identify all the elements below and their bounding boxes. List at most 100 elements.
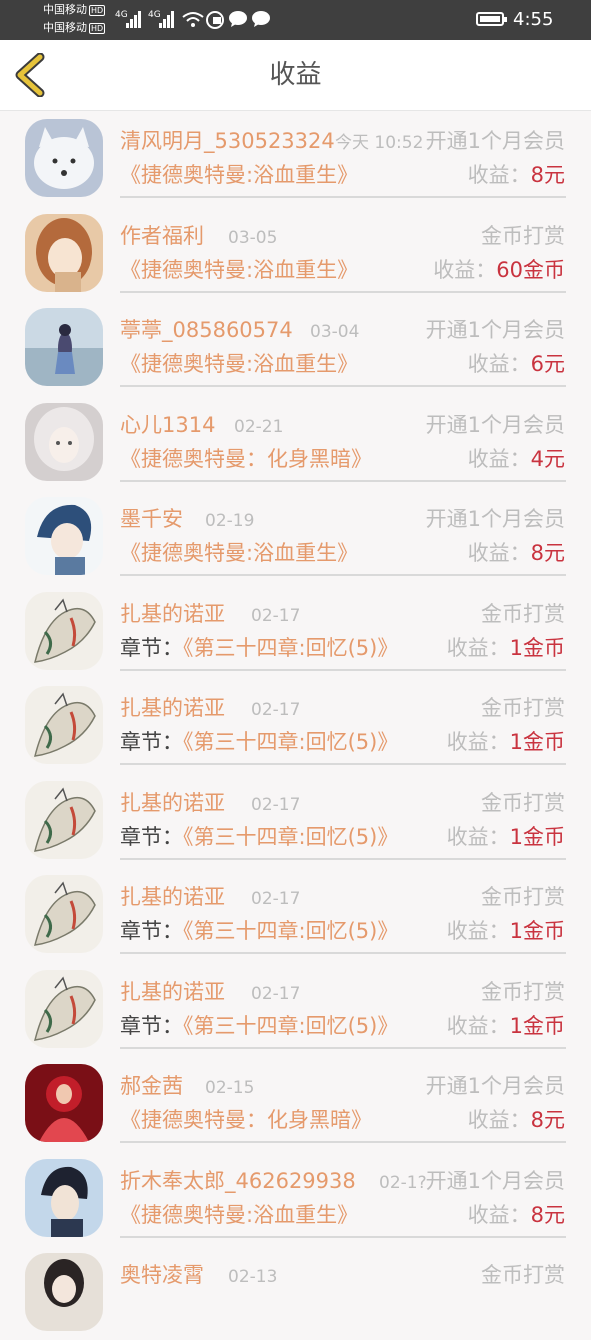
avatar[interactable] xyxy=(25,875,103,953)
list-item[interactable]: 扎基的诺亚 02-17 金币打赏 章节：《第三十四章:回忆(5)》 收益：1金币 xyxy=(0,773,591,868)
income-amount: 收益：1金币 xyxy=(447,634,565,662)
book-name: 《捷德奥特曼:浴血重生》 xyxy=(120,1202,359,1227)
list-item[interactable]: 墨千安 02-19 开通1个月会员《捷德奥特曼:浴血重生》 收益：8元 xyxy=(0,489,591,584)
chapter-prefix: 章节： xyxy=(120,1013,183,1038)
user-name: 作者福利 xyxy=(120,223,204,248)
list-item[interactable]: 扎基的诺亚 02-17 金币打赏 章节：《第三十四章:回忆(5)》 收益：1金币 xyxy=(0,867,591,962)
divider xyxy=(120,1141,566,1143)
divider xyxy=(120,763,566,765)
list-item[interactable]: 作者福利 03-05 金币打赏 《捷德奥特曼:浴血重生》 收益：60金币 xyxy=(0,206,591,301)
page-title: 收益 xyxy=(269,60,322,90)
income-amount: 收益：8元 xyxy=(468,1201,565,1229)
message-icon xyxy=(252,11,270,27)
signal-icon xyxy=(126,10,142,28)
book-name: 《捷德奥特曼：化身黑暗》 xyxy=(120,446,372,471)
date: 02-17 xyxy=(251,794,301,815)
income-list: 清风明月_530523324 今天 10:52 开通1个月会员 《捷德奥特曼:浴血重生… xyxy=(0,111,591,1340)
book-name: 《捷德奥特曼:浴血重生》 xyxy=(120,541,359,565)
income-value: 4元 xyxy=(530,446,565,471)
income-type: 开通1个月会员 xyxy=(425,412,565,437)
income-amount: 收益：8元 xyxy=(468,1106,565,1134)
book-name: 《捷德奥特曼:浴血重生》 xyxy=(120,163,359,187)
income-value: 6元 xyxy=(530,352,565,376)
carrier-1: 中国移动 HD xyxy=(43,3,106,16)
list-item[interactable]: 葶葶_085860574 03-04 开通1个月会员 《捷德奥特曼:浴血重生》 收益：6… xyxy=(0,300,591,395)
book-name: 《捷德奥特曼:浴血重生》 xyxy=(120,257,359,282)
income-value: 8元 xyxy=(530,163,565,187)
chapter-prefix: 章节： xyxy=(120,824,183,849)
income-type: 金币打赏 xyxy=(481,1263,565,1287)
income-value: 8元 xyxy=(530,1108,565,1132)
list-item[interactable]: 心儿1314 02-21 开通1个月会员 《捷德奥特曼：化身黑暗》 收益：4元 xyxy=(0,395,591,490)
book-title: 章节：《第三十四章:回忆(5)》 xyxy=(120,1012,398,1040)
list-item[interactable]: 清风明月_530523324 今天 10:52 开通1个月会员 《捷德奥特曼:浴血重生… xyxy=(0,111,591,206)
income-label: 收益： xyxy=(467,446,531,471)
book-title: 《捷德奥特曼:浴血重生》 xyxy=(120,1201,358,1229)
list-item[interactable]: 扎基的诺亚 02-17 金币打赏 章节：《第三十四章:回忆(5)》 收益：1金币 xyxy=(0,678,591,773)
income-value: 60金币 xyxy=(496,257,565,282)
income-amount: 收益：1金币 xyxy=(447,823,565,851)
book-name: 《第三十四章:回忆(5)》 xyxy=(183,919,399,943)
avatar[interactable] xyxy=(25,780,103,859)
avatar[interactable] xyxy=(25,686,103,764)
user-name: 葶葶_085860574 xyxy=(120,318,293,342)
date: 02-17 xyxy=(251,983,301,1004)
book-title: 章节：《第三十四章:回忆(5)》 xyxy=(120,917,398,945)
income-value: 1金币 xyxy=(509,1013,565,1038)
avatar[interactable] xyxy=(25,1158,103,1237)
divider xyxy=(120,952,566,954)
list-item[interactable]: 扎基的诺亚 02-17 金币打赏 章节：《第三十四章:回忆(5)》 收益：1金币 xyxy=(0,962,591,1057)
divider xyxy=(120,1235,566,1238)
date: 今天 10:52 xyxy=(335,133,424,153)
user-name: 郝金茜 xyxy=(120,1074,183,1098)
wifi-icon xyxy=(182,12,204,27)
income-type: 金币打赏 xyxy=(481,790,565,815)
list-item[interactable]: 奥特凌霄 02-13 金币打赏 xyxy=(0,1245,591,1340)
avatar[interactable] xyxy=(25,402,103,481)
battery-icon xyxy=(476,12,507,26)
income-value: 1金币 xyxy=(509,635,565,660)
income-type: 金币打赏 xyxy=(481,885,565,909)
book-title: 章节：《第三十四章:回忆(5)》 xyxy=(120,634,398,662)
avatar[interactable] xyxy=(25,1064,103,1142)
income-label: 收益： xyxy=(467,541,531,565)
avatar[interactable] xyxy=(25,213,103,292)
income-label: 收益： xyxy=(446,919,510,943)
income-type: 开通1个月会员 xyxy=(425,129,565,153)
avatar[interactable] xyxy=(25,119,103,197)
user-name: 心儿1314 xyxy=(120,412,216,437)
income-type: 开通1个月会员 xyxy=(425,507,565,531)
list-item[interactable]: 扎基的诺亚 02-17 金币打赏 章节：《第三十四章:回忆(5)》 收益：1金币 xyxy=(0,584,591,679)
income-value: 1金币 xyxy=(509,824,565,849)
data-saver-icon xyxy=(206,11,224,29)
date: 02-17 xyxy=(251,700,301,720)
chapter-prefix: 章节： xyxy=(120,635,183,660)
user-name: 扎基的诺亚 xyxy=(120,601,225,626)
income-label: 收益： xyxy=(446,635,510,660)
book-name: 《第三十四章:回忆(5)》 xyxy=(183,1013,399,1038)
book-title: 《捷德奥特曼：化身黑暗》 xyxy=(120,1106,372,1134)
book-title: 《捷德奥特曼：化身黑暗》 xyxy=(120,445,372,473)
income-type: 金币打赏 xyxy=(481,223,565,248)
income-type: 金币打赏 xyxy=(481,696,565,720)
list-item[interactable]: 郝金茜 02-15 开通1个月会员 《捷德奥特曼：化身黑暗》 收益：8元 xyxy=(0,1056,591,1151)
income-type: 金币打赏 xyxy=(481,979,565,1004)
income-amount: 收益：8元 xyxy=(468,161,565,189)
avatar[interactable] xyxy=(25,591,103,670)
income-label: 收益： xyxy=(467,352,531,376)
income-value: 1金币 xyxy=(509,730,565,754)
avatar[interactable] xyxy=(25,1253,103,1331)
date: 02-17 xyxy=(251,605,301,626)
date: 02-17 xyxy=(251,889,301,909)
date: 02-19 xyxy=(205,511,255,531)
avatar[interactable] xyxy=(25,308,103,386)
income-amount: 收益：4元 xyxy=(468,445,565,473)
user-name: 墨千安 xyxy=(120,507,183,531)
avatar[interactable] xyxy=(25,497,103,575)
income-value: 8元 xyxy=(530,541,565,565)
divider xyxy=(120,668,566,671)
book-name: 《第三十四章:回忆(5)》 xyxy=(183,730,399,754)
list-item[interactable]: 折木奉太郎_462629938 02-1? 开通1个月会员 《捷德奥特曼:浴血重生》 收… xyxy=(0,1151,591,1246)
avatar[interactable] xyxy=(25,969,103,1048)
book-name: 《第三十四章:回忆(5)》 xyxy=(183,824,399,849)
